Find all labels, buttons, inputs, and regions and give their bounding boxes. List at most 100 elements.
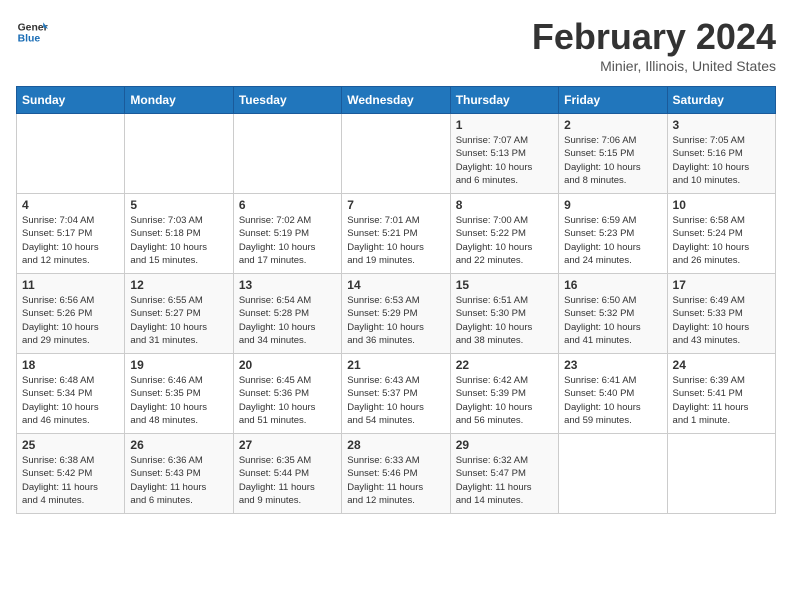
calendar-cell bbox=[125, 114, 233, 194]
day-info: Sunrise: 6:39 AM Sunset: 5:41 PM Dayligh… bbox=[673, 374, 770, 427]
header: General Blue February 2024 Minier, Illin… bbox=[16, 16, 776, 74]
calendar-cell: 8Sunrise: 7:00 AM Sunset: 5:22 PM Daylig… bbox=[450, 194, 558, 274]
month-title: February 2024 bbox=[532, 16, 776, 58]
day-info: Sunrise: 6:53 AM Sunset: 5:29 PM Dayligh… bbox=[347, 294, 444, 347]
day-number: 23 bbox=[564, 358, 661, 372]
day-number: 21 bbox=[347, 358, 444, 372]
calendar-cell: 4 Sunrise: 7:04 AM Sunset: 5:17 PM Daylig… bbox=[17, 194, 125, 274]
calendar-cell: 23 Sunrise: 6:41 AM Sunset: 5:40 PM Dayli… bbox=[559, 354, 667, 434]
day-number: 8 bbox=[456, 198, 553, 212]
calendar-cell: 10 Sunrise: 6:58 AM Sunset: 5:24 PM Dayli… bbox=[667, 194, 775, 274]
calendar-cell: 9Sunrise: 6:59 AM Sunset: 5:23 PM Daylig… bbox=[559, 194, 667, 274]
day-info: Sunrise: 6:54 AM Sunset: 5:28 PM Dayligh… bbox=[239, 294, 336, 347]
weekday-header-monday: Monday bbox=[125, 87, 233, 114]
calendar-cell: 5 Sunrise: 7:03 AM Sunset: 5:18 PM Daylig… bbox=[125, 194, 233, 274]
calendar-cell: 16Sunrise: 6:50 AM Sunset: 5:32 PM Dayli… bbox=[559, 274, 667, 354]
day-number: 10 bbox=[673, 198, 770, 212]
day-number: 14 bbox=[347, 278, 444, 292]
calendar-cell: 21 Sunrise: 6:43 AM Sunset: 5:37 PM Dayli… bbox=[342, 354, 450, 434]
day-info: Sunrise: 6:38 AM Sunset: 5:42 PM Dayligh… bbox=[22, 454, 119, 507]
calendar-cell: 22Sunrise: 6:42 AM Sunset: 5:39 PM Dayli… bbox=[450, 354, 558, 434]
weekday-header-tuesday: Tuesday bbox=[233, 87, 341, 114]
day-number: 4 bbox=[22, 198, 119, 212]
calendar-week-row: 25 Sunrise: 6:38 AM Sunset: 5:42 PM Dayli… bbox=[17, 434, 776, 514]
day-info: Sunrise: 6:56 AM Sunset: 5:26 PM Dayligh… bbox=[22, 294, 119, 347]
day-number: 26 bbox=[130, 438, 227, 452]
day-number: 3 bbox=[673, 118, 770, 132]
day-number: 25 bbox=[22, 438, 119, 452]
day-info: Sunrise: 6:50 AM Sunset: 5:32 PM Dayligh… bbox=[564, 294, 661, 347]
day-info: Sunrise: 6:51 AM Sunset: 5:30 PM Dayligh… bbox=[456, 294, 553, 347]
calendar-cell: 29 Sunrise: 6:32 AM Sunset: 5:47 PM Dayli… bbox=[450, 434, 558, 514]
calendar-cell: 1 Sunrise: 7:07 AM Sunset: 5:13 PM Daylig… bbox=[450, 114, 558, 194]
calendar-cell: 28 Sunrise: 6:33 AM Sunset: 5:46 PM Dayli… bbox=[342, 434, 450, 514]
calendar-cell: 19Sunrise: 6:46 AM Sunset: 5:35 PM Dayli… bbox=[125, 354, 233, 434]
weekday-header-friday: Friday bbox=[559, 87, 667, 114]
calendar-cell: 12 Sunrise: 6:55 AM Sunset: 5:27 PM Dayli… bbox=[125, 274, 233, 354]
logo: General Blue bbox=[16, 16, 48, 48]
day-number: 5 bbox=[130, 198, 227, 212]
day-info: Sunrise: 7:05 AM Sunset: 5:16 PM Dayligh… bbox=[673, 134, 770, 187]
day-info: Sunrise: 6:35 AM Sunset: 5:44 PM Dayligh… bbox=[239, 454, 336, 507]
calendar-cell: 14 Sunrise: 6:53 AM Sunset: 5:29 PM Dayli… bbox=[342, 274, 450, 354]
calendar-cell: 11Sunrise: 6:56 AM Sunset: 5:26 PM Dayli… bbox=[17, 274, 125, 354]
calendar-cell bbox=[559, 434, 667, 514]
calendar-table: SundayMondayTuesdayWednesdayThursdayFrid… bbox=[16, 86, 776, 514]
calendar-cell bbox=[233, 114, 341, 194]
day-info: Sunrise: 6:36 AM Sunset: 5:43 PM Dayligh… bbox=[130, 454, 227, 507]
day-info: Sunrise: 6:41 AM Sunset: 5:40 PM Dayligh… bbox=[564, 374, 661, 427]
calendar-cell: 24 Sunrise: 6:39 AM Sunset: 5:41 PM Dayli… bbox=[667, 354, 775, 434]
calendar-week-row: 18 Sunrise: 6:48 AM Sunset: 5:34 PM Dayli… bbox=[17, 354, 776, 434]
calendar-cell: 17Sunrise: 6:49 AM Sunset: 5:33 PM Dayli… bbox=[667, 274, 775, 354]
calendar-cell: 26 Sunrise: 6:36 AM Sunset: 5:43 PM Dayli… bbox=[125, 434, 233, 514]
day-number: 7 bbox=[347, 198, 444, 212]
calendar-cell: 25 Sunrise: 6:38 AM Sunset: 5:42 PM Dayli… bbox=[17, 434, 125, 514]
calendar-cell: 18 Sunrise: 6:48 AM Sunset: 5:34 PM Dayli… bbox=[17, 354, 125, 434]
calendar-cell: 15 Sunrise: 6:51 AM Sunset: 5:30 PM Dayli… bbox=[450, 274, 558, 354]
day-info: Sunrise: 6:33 AM Sunset: 5:46 PM Dayligh… bbox=[347, 454, 444, 507]
weekday-header-sunday: Sunday bbox=[17, 87, 125, 114]
calendar-cell bbox=[342, 114, 450, 194]
day-info: Sunrise: 7:02 AM Sunset: 5:19 PM Dayligh… bbox=[239, 214, 336, 267]
day-number: 27 bbox=[239, 438, 336, 452]
calendar-cell bbox=[667, 434, 775, 514]
calendar-cell: 13 Sunrise: 6:54 AM Sunset: 5:28 PM Dayli… bbox=[233, 274, 341, 354]
calendar-week-row: 11Sunrise: 6:56 AM Sunset: 5:26 PM Dayli… bbox=[17, 274, 776, 354]
day-info: Sunrise: 7:07 AM Sunset: 5:13 PM Dayligh… bbox=[456, 134, 553, 187]
day-number: 12 bbox=[130, 278, 227, 292]
day-info: Sunrise: 6:58 AM Sunset: 5:24 PM Dayligh… bbox=[673, 214, 770, 267]
day-number: 15 bbox=[456, 278, 553, 292]
calendar-cell: 27 Sunrise: 6:35 AM Sunset: 5:44 PM Dayli… bbox=[233, 434, 341, 514]
day-number: 17 bbox=[673, 278, 770, 292]
weekday-header-wednesday: Wednesday bbox=[342, 87, 450, 114]
day-number: 1 bbox=[456, 118, 553, 132]
day-number: 22 bbox=[456, 358, 553, 372]
title-area: February 2024 Minier, Illinois, United S… bbox=[532, 16, 776, 74]
day-number: 20 bbox=[239, 358, 336, 372]
day-info: Sunrise: 6:55 AM Sunset: 5:27 PM Dayligh… bbox=[130, 294, 227, 347]
day-number: 24 bbox=[673, 358, 770, 372]
calendar-cell: 7 Sunrise: 7:01 AM Sunset: 5:21 PM Daylig… bbox=[342, 194, 450, 274]
day-number: 28 bbox=[347, 438, 444, 452]
day-info: Sunrise: 7:04 AM Sunset: 5:17 PM Dayligh… bbox=[22, 214, 119, 267]
calendar-cell: 2Sunrise: 7:06 AM Sunset: 5:15 PM Daylig… bbox=[559, 114, 667, 194]
day-info: Sunrise: 7:01 AM Sunset: 5:21 PM Dayligh… bbox=[347, 214, 444, 267]
calendar-cell bbox=[17, 114, 125, 194]
day-info: Sunrise: 7:03 AM Sunset: 5:18 PM Dayligh… bbox=[130, 214, 227, 267]
day-info: Sunrise: 6:32 AM Sunset: 5:47 PM Dayligh… bbox=[456, 454, 553, 507]
day-number: 6 bbox=[239, 198, 336, 212]
day-number: 13 bbox=[239, 278, 336, 292]
day-info: Sunrise: 6:48 AM Sunset: 5:34 PM Dayligh… bbox=[22, 374, 119, 427]
day-info: Sunrise: 6:46 AM Sunset: 5:35 PM Dayligh… bbox=[130, 374, 227, 427]
svg-text:Blue: Blue bbox=[18, 34, 41, 45]
day-number: 18 bbox=[22, 358, 119, 372]
location-title: Minier, Illinois, United States bbox=[532, 58, 776, 74]
weekday-header-saturday: Saturday bbox=[667, 87, 775, 114]
day-info: Sunrise: 6:43 AM Sunset: 5:37 PM Dayligh… bbox=[347, 374, 444, 427]
calendar-cell: 3 Sunrise: 7:05 AM Sunset: 5:16 PM Daylig… bbox=[667, 114, 775, 194]
day-number: 29 bbox=[456, 438, 553, 452]
day-info: Sunrise: 6:59 AM Sunset: 5:23 PM Dayligh… bbox=[564, 214, 661, 267]
weekday-header-row: SundayMondayTuesdayWednesdayThursdayFrid… bbox=[17, 87, 776, 114]
logo-icon: General Blue bbox=[16, 16, 48, 48]
calendar-week-row: 1 Sunrise: 7:07 AM Sunset: 5:13 PM Daylig… bbox=[17, 114, 776, 194]
